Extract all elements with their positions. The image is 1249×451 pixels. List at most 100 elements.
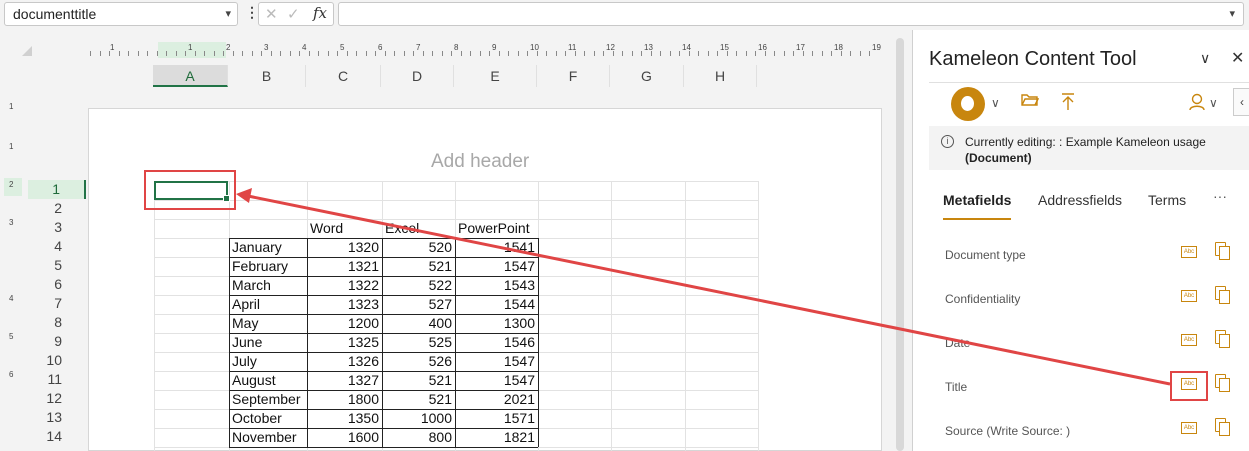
chevron-down-icon[interactable]: ▾ <box>225 3 231 25</box>
month-cell[interactable]: November <box>232 428 297 447</box>
column-header-h[interactable]: H <box>684 65 757 87</box>
value-cell[interactable]: 1327 <box>307 371 379 390</box>
month-cell[interactable]: September <box>232 390 300 409</box>
add-header-placeholder[interactable]: Add header <box>431 151 529 173</box>
value-cell[interactable]: 1800 <box>307 390 379 409</box>
value-cell[interactable]: 1547 <box>455 371 535 390</box>
more-tabs-icon[interactable]: ··· <box>1213 188 1227 204</box>
month-cell[interactable]: October <box>232 409 282 428</box>
row-header-6[interactable]: 6 <box>28 275 86 294</box>
insert-text-field-icon[interactable]: Abc <box>1181 422 1197 434</box>
copy-icon[interactable] <box>1215 330 1230 348</box>
more-options-icon[interactable]: ⋮ <box>245 4 259 21</box>
collapse-pane-icon[interactable]: ∨ <box>1200 50 1210 67</box>
copy-icon[interactable] <box>1215 242 1230 260</box>
user-icon[interactable] <box>1189 93 1205 116</box>
row-header-2[interactable]: 2 <box>28 199 86 218</box>
select-all-corner[interactable] <box>0 30 50 90</box>
kameleon-logo-icon[interactable] <box>951 87 985 121</box>
value-cell[interactable]: 525 <box>382 333 452 352</box>
value-cell[interactable]: 1300 <box>455 314 535 333</box>
value-cell[interactable]: 1546 <box>455 333 535 352</box>
value-cell[interactable]: 800 <box>382 428 452 447</box>
vertical-scrollbar[interactable] <box>896 38 904 451</box>
value-cell[interactable]: 1547 <box>455 257 535 276</box>
row-header-10[interactable]: 10 <box>28 351 86 370</box>
copy-icon[interactable] <box>1215 418 1230 436</box>
month-cell[interactable]: July <box>232 352 257 371</box>
row-header-7[interactable]: 7 <box>28 294 86 313</box>
value-cell[interactable]: 1000 <box>382 409 452 428</box>
column-header-d[interactable]: D <box>381 65 454 87</box>
row-header-13[interactable]: 13 <box>28 408 86 427</box>
row-header-8[interactable]: 8 <box>28 313 86 332</box>
header-cell[interactable]: Word <box>310 219 343 238</box>
name-box[interactable]: documenttitle ▾ <box>4 2 238 26</box>
tab-terms[interactable]: Terms <box>1148 192 1186 208</box>
value-cell[interactable]: 520 <box>382 238 452 257</box>
column-header-g[interactable]: G <box>610 65 684 87</box>
copy-icon[interactable] <box>1215 286 1230 304</box>
value-cell[interactable]: 1320 <box>307 238 379 257</box>
value-cell[interactable]: 1350 <box>307 409 379 428</box>
row-header-3[interactable]: 3 <box>28 218 86 237</box>
month-cell[interactable]: May <box>232 314 258 333</box>
column-header-c[interactable]: C <box>306 65 381 87</box>
value-cell[interactable]: 1821 <box>455 428 535 447</box>
value-cell[interactable]: 1323 <box>307 295 379 314</box>
copy-icon[interactable] <box>1215 374 1230 392</box>
value-cell[interactable]: 526 <box>382 352 452 371</box>
value-cell[interactable]: 1326 <box>307 352 379 371</box>
folder-open-icon[interactable] <box>1021 93 1040 112</box>
insert-text-field-icon[interactable]: Abc <box>1181 334 1197 346</box>
value-cell[interactable]: 1541 <box>455 238 535 257</box>
value-cell[interactable]: 521 <box>382 371 452 390</box>
month-cell[interactable]: January <box>232 238 282 257</box>
value-cell[interactable]: 1543 <box>455 276 535 295</box>
side-collapse-tab[interactable]: ‹ <box>1233 88 1249 116</box>
chevron-down-icon[interactable]: ∨ <box>1209 96 1218 110</box>
formula-input[interactable]: ▾ <box>338 2 1244 26</box>
column-header-b[interactable]: B <box>228 65 306 87</box>
header-cell[interactable]: PowerPoint <box>458 219 530 238</box>
month-cell[interactable]: March <box>232 276 271 295</box>
row-header-5[interactable]: 5 <box>28 256 86 275</box>
row-header-4[interactable]: 4 <box>28 237 86 256</box>
chevron-down-icon[interactable]: ∨ <box>991 96 1000 110</box>
value-cell[interactable]: 1571 <box>455 409 535 428</box>
expand-formula-icon[interactable]: ▾ <box>1229 7 1235 20</box>
column-header-f[interactable]: F <box>537 65 610 87</box>
insert-text-field-icon[interactable]: Abc <box>1181 290 1197 302</box>
month-cell[interactable]: August <box>232 371 276 390</box>
header-cell[interactable]: Excel <box>385 219 419 238</box>
column-header-e[interactable]: E <box>454 65 537 87</box>
row-header-14[interactable]: 14 <box>28 427 86 446</box>
value-cell[interactable]: 522 <box>382 276 452 295</box>
value-cell[interactable]: 1547 <box>455 352 535 371</box>
value-cell[interactable]: 527 <box>382 295 452 314</box>
tab-addressfields[interactable]: Addressfields <box>1038 192 1122 208</box>
cancel-icon[interactable]: ✕ <box>265 5 278 23</box>
value-cell[interactable]: 1321 <box>307 257 379 276</box>
value-cell[interactable]: 2021 <box>455 390 535 409</box>
value-cell[interactable]: 1200 <box>307 314 379 333</box>
close-pane-icon[interactable]: ✕ <box>1231 48 1244 68</box>
value-cell[interactable]: 400 <box>382 314 452 333</box>
insert-text-field-icon[interactable]: Abc <box>1181 246 1197 258</box>
row-header-1[interactable]: 1 <box>28 180 86 199</box>
insert-function-icon[interactable]: fx <box>313 4 327 22</box>
value-cell[interactable]: 1325 <box>307 333 379 352</box>
value-cell[interactable]: 1544 <box>455 295 535 314</box>
value-cell[interactable]: 521 <box>382 257 452 276</box>
enter-icon[interactable]: ✓ <box>287 5 300 23</box>
row-header-11[interactable]: 11 <box>28 370 86 389</box>
month-cell[interactable]: February <box>232 257 288 276</box>
column-header-a[interactable]: A <box>153 65 228 87</box>
row-header-9[interactable]: 9 <box>28 332 86 351</box>
upload-icon[interactable] <box>1061 93 1075 116</box>
tab-metafields[interactable]: Metafields <box>943 192 1011 208</box>
month-cell[interactable]: June <box>232 333 262 352</box>
row-header-12[interactable]: 12 <box>28 389 86 408</box>
value-cell[interactable]: 1600 <box>307 428 379 447</box>
value-cell[interactable]: 1322 <box>307 276 379 295</box>
